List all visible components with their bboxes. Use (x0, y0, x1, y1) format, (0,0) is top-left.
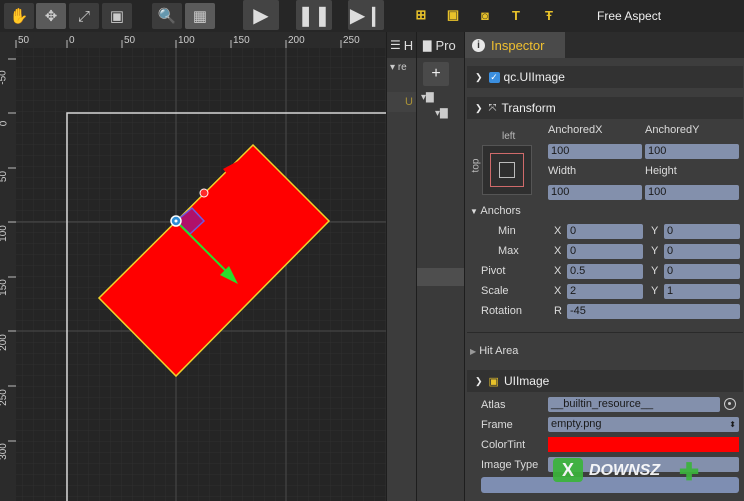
project-tab[interactable]: ▇ Pro (417, 32, 465, 58)
chevron-down-icon[interactable]: ❯ (475, 103, 483, 114)
create-image-icon[interactable]: ▣ (443, 5, 463, 25)
ruler-label-left: 100 (0, 225, 9, 242)
folder-icon: ▇ (423, 39, 432, 52)
width-input[interactable]: 100 (548, 185, 642, 200)
anchor-preset-button[interactable] (482, 145, 532, 195)
hit-area-foldout[interactable]: ▶ Hit Area (470, 345, 518, 357)
watermark-logo: X DOWNSZ ✚ (549, 454, 744, 494)
anchored-y-input[interactable]: 100 (645, 144, 739, 159)
tree-arrow-icon[interactable]: ▾▇ (421, 92, 434, 103)
ruler-label-left: 300 (0, 443, 9, 460)
scene-view[interactable]: 50 0 50 100 150 200 250 -50 0 50 100 150… (0, 32, 386, 501)
max-y-input[interactable]: 0 (664, 244, 740, 259)
rect-tool-icon[interactable]: ▣ (102, 3, 132, 29)
frame-dropdown[interactable]: empty.png ⬍ (548, 417, 739, 432)
uiimage-header[interactable]: ❯ ▣ UIImage (467, 370, 743, 392)
tree-arrow-icon[interactable]: ▾▇ (435, 108, 448, 119)
anchored-x-input[interactable]: 100 (548, 144, 642, 159)
ruler-label-left: 250 (0, 389, 9, 406)
ruler-label-left: 200 (0, 334, 9, 351)
ruler-label-left: 0 (0, 121, 9, 127)
ruler-label-left: 150 (0, 279, 9, 296)
ruler-label-top: 50 (124, 35, 136, 46)
pause-button[interactable]: ❚❚ (296, 0, 332, 30)
create-sprite-icon[interactable]: ◙ (475, 5, 495, 25)
ruler-label-top: 250 (343, 35, 360, 46)
info-icon: i (472, 38, 485, 52)
toolbar: ✋ ✥ ⤢ ▣ 🔍 ▦ ▶ ❚❚ ▶❙ ⊞ ▣ ◙ T Ŧ Free Aspec… (0, 0, 744, 32)
project-selection (417, 268, 465, 286)
atlas-picker-icon[interactable] (724, 398, 736, 410)
ruler-label-top: 0 (69, 35, 75, 46)
pivot-y-input[interactable]: 0 (664, 264, 740, 279)
add-button[interactable]: + (423, 62, 449, 86)
inspector-tab[interactable]: i Inspector (465, 32, 565, 58)
create-node-icon[interactable]: ⊞ (411, 5, 431, 25)
scale-x-input[interactable]: 2 (567, 284, 643, 299)
step-button[interactable]: ▶❙ (348, 0, 384, 30)
dropdown-arrow-icon: ⬍ (729, 420, 736, 429)
min-y-input[interactable]: 0 (664, 224, 740, 239)
ruler-label-left: -50 (0, 70, 9, 85)
chevron-right-icon: ▶ (470, 347, 477, 356)
ruler-label-top: 50 (18, 35, 30, 46)
ruler-label-top: 200 (288, 35, 305, 46)
max-x-input[interactable]: 0 (567, 244, 643, 259)
height-input[interactable]: 100 (645, 185, 739, 200)
anchors-foldout[interactable]: ▼ Anchors (470, 205, 521, 217)
scale-y-input[interactable]: 1 (664, 284, 740, 299)
ruler-label-top: 150 (233, 35, 250, 46)
uiimage-icon: ▣ (488, 375, 499, 388)
chevron-down-icon[interactable]: ❯ (475, 376, 483, 387)
hierarchy-tab[interactable]: ☰ H (387, 32, 417, 58)
color-tint-swatch[interactable] (548, 437, 739, 452)
play-button[interactable]: ▶ (243, 0, 279, 30)
enabled-checkbox[interactable]: ✓ (488, 71, 500, 83)
hand-tool-icon[interactable]: ✋ (4, 3, 34, 29)
create-ui-text-icon[interactable]: Ŧ (539, 5, 559, 25)
hierarchy-selection (387, 92, 417, 112)
rotation-input[interactable]: -45 (567, 304, 740, 319)
aspect-dropdown[interactable]: Free Aspect (597, 9, 661, 23)
create-text-icon[interactable]: T (506, 5, 526, 25)
component-header[interactable]: ❯ ✓ qc.UIImage (467, 66, 743, 88)
transform-header[interactable]: ❯ ⤧ Transform (467, 97, 743, 119)
hierarchy-panel: ☰ H ▾ re U (386, 32, 417, 501)
hierarchy-item[interactable]: ▾ re (390, 62, 407, 73)
transform-icon: ⤧ (488, 102, 497, 114)
project-panel: ▇ Pro + ▾▇ ▾▇ (416, 32, 465, 501)
scale-tool-icon[interactable]: ⤢ (69, 3, 99, 29)
ruler-label-top: 100 (178, 35, 195, 46)
scene-canvas[interactable] (0, 32, 386, 501)
grid-toggle-icon[interactable]: ▦ (185, 3, 215, 29)
inspector-panel: i Inspector ❯ ✓ qc.UIImage ❯ ⤧ Transform… (464, 32, 744, 501)
list-icon: ☰ (390, 38, 401, 52)
chevron-down-icon: ▼ (470, 207, 478, 216)
min-x-input[interactable]: 0 (567, 224, 643, 239)
chevron-right-icon[interactable]: ❯ (475, 72, 483, 83)
move-tool-icon[interactable]: ✥ (36, 3, 66, 29)
ruler-label-left: 50 (0, 170, 10, 183)
pivot-x-input[interactable]: 0.5 (567, 264, 643, 279)
zoom-icon[interactable]: 🔍 (152, 3, 182, 29)
atlas-field[interactable]: __builtin_resource__ (548, 397, 720, 412)
